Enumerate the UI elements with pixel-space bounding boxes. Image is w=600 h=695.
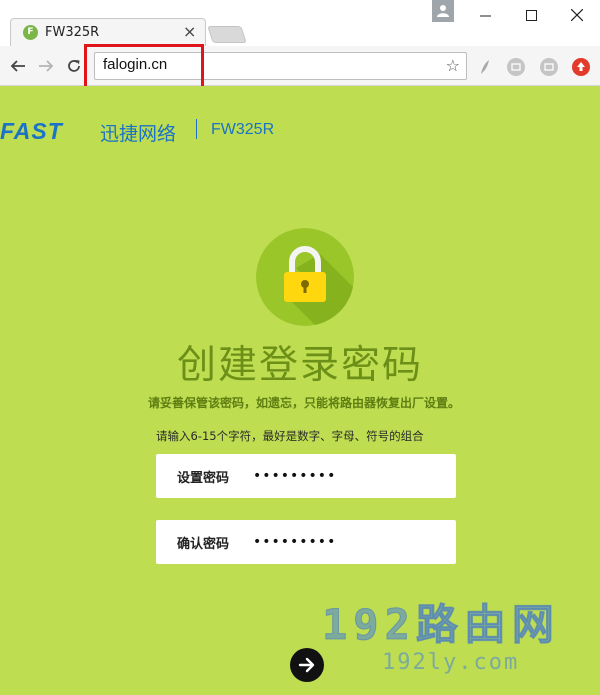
new-tab-button[interactable] [207, 26, 247, 43]
maximize-button[interactable] [508, 0, 554, 30]
brand-name: 迅捷网络 [100, 123, 177, 145]
browser-tab[interactable]: F FW325R × [10, 18, 206, 46]
minimize-button[interactable] [462, 0, 508, 30]
address-bar[interactable]: falogin.cn ☆ [94, 52, 467, 80]
watermark-main-text: 192路由网 [322, 600, 560, 650]
confirm-password-field[interactable]: 确认密码 [156, 520, 456, 564]
close-window-button[interactable] [554, 0, 600, 30]
extension-feather-icon[interactable] [476, 58, 494, 76]
fast-favicon-icon: F [23, 25, 38, 40]
watermark: 192路由网 192ly.com [322, 591, 592, 676]
maximize-icon [525, 9, 537, 21]
forward-button[interactable] [34, 54, 58, 78]
set-password-input[interactable] [253, 465, 443, 487]
profile-avatar-button[interactable] [432, 0, 454, 22]
page-title: 创建登录密码 [176, 343, 423, 388]
set-password-field[interactable]: 设置密码 [156, 454, 456, 498]
bookmark-star-icon[interactable]: ☆ [446, 56, 460, 75]
next-button[interactable] [290, 648, 324, 682]
reload-icon [68, 60, 80, 72]
browser-toolbar: falogin.cn ☆ [0, 46, 600, 86]
close-icon [571, 9, 583, 21]
extension-red-upload-icon[interactable] [572, 58, 590, 76]
watermark-sub-text: 192ly.com [382, 650, 520, 675]
set-password-label: 设置密码 [177, 471, 230, 486]
brand-divider [196, 119, 197, 139]
url-text[interactable]: falogin.cn [103, 56, 167, 73]
extension-grey-icon-1[interactable] [507, 58, 525, 76]
back-button[interactable] [6, 54, 30, 78]
reload-button[interactable] [62, 54, 86, 78]
password-hint-text: 请输入6-15个字符，最好是数字、字母、符号的组合 [156, 429, 424, 443]
arrow-right-icon [298, 657, 315, 673]
tab-close-icon[interactable]: × [183, 22, 196, 41]
padlock-icon [256, 228, 354, 326]
minimize-icon [479, 15, 491, 16]
password-warning-text: 请妥善保管该密码，如遗忘，只能将路由器恢复出厂设置。 [147, 396, 460, 410]
fast-logo: FAST [0, 118, 63, 144]
extension-grey-icon-2[interactable] [540, 58, 558, 76]
confirm-password-input[interactable] [253, 531, 443, 553]
confirm-password-label: 确认密码 [177, 537, 230, 552]
user-icon [437, 5, 449, 17]
router-setup-page: FAST 迅捷网络 FW325R 创建登录密码 请妥善保管该密码，如遗忘，只能将… [0, 86, 600, 695]
browser-titlebar: F FW325R × [0, 0, 600, 46]
tab-title: FW325R [45, 25, 100, 40]
router-model: FW325R [211, 121, 275, 138]
arrow-left-icon [10, 60, 25, 72]
arrow-right-icon [39, 60, 54, 72]
